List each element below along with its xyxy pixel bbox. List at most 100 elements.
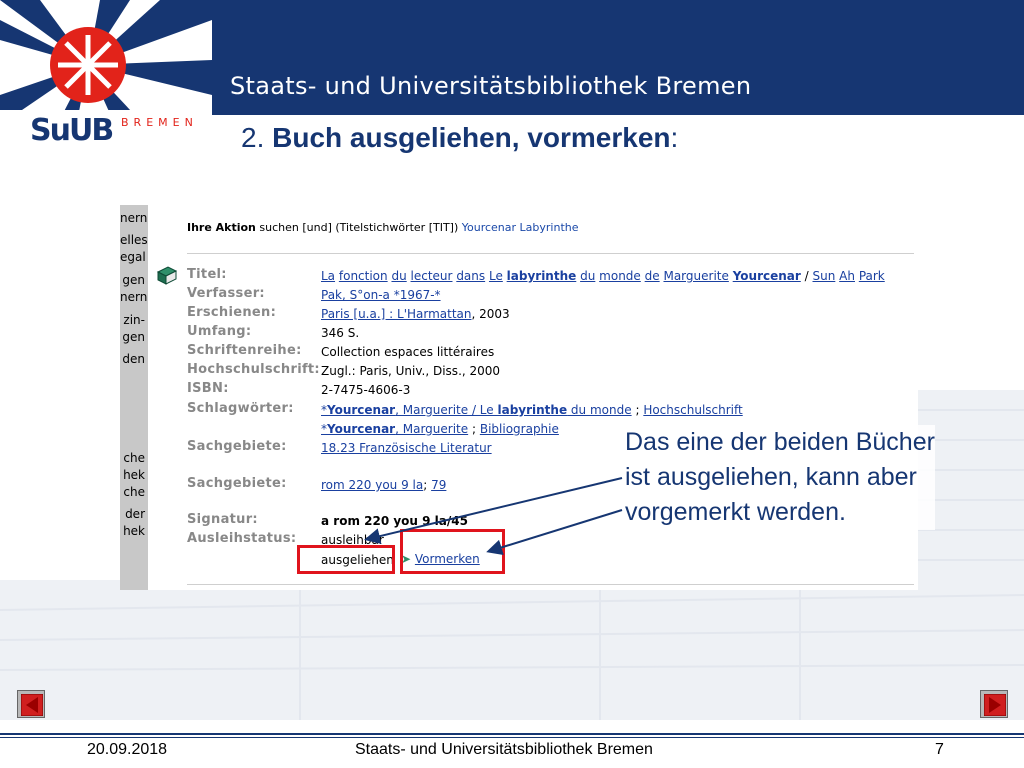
field-label-isbn: ISBN:: [187, 381, 229, 396]
footer-date: 20.09.2018: [87, 741, 168, 758]
sidebar-fragment[interactable]: hek: [120, 469, 145, 482]
title-word-link[interactable]: Yourcenar: [733, 269, 801, 283]
subject-separator: ;: [635, 403, 640, 417]
action-text: suchen [und] (Titelstichwörter [TIT]): [259, 221, 459, 234]
subject-separator: ;: [471, 422, 477, 436]
field-label-hochschulschrift: Hochschulschrift:: [187, 362, 320, 377]
field-value-titel: La fonction du lecteur dans Le labyrinth…: [321, 269, 885, 283]
subject-text: du monde: [567, 403, 632, 417]
sidebar-fragment[interactable]: der: [120, 508, 145, 521]
field-label-ausleihstatus: Ausleihstatus:: [187, 531, 297, 546]
field-label-schlagwoerter: Schlagwörter:: [187, 401, 294, 416]
field-label-umfang: Umfang:: [187, 324, 252, 339]
field-label-schriftenreihe: Schriftenreihe:: [187, 343, 302, 358]
field-value-isbn: 2-7475-4606-3: [321, 383, 411, 397]
field-label-verfasser: Verfasser:: [187, 286, 265, 301]
subject-link-hochschulschrift[interactable]: Hochschulschrift: [643, 403, 742, 417]
sidebar-fragment[interactable]: zin-: [120, 314, 145, 327]
subject-text: , Marguerite / Le: [395, 403, 498, 417]
subject-link[interactable]: *Yourcenar, Marguerite: [321, 422, 468, 436]
field-label-titel: Titel:: [187, 267, 227, 282]
title-word-link[interactable]: Sun: [813, 269, 836, 283]
slide-number: 2.: [241, 122, 273, 153]
title-word-link[interactable]: labyrinthe: [507, 269, 577, 283]
sachgebiet-link[interactable]: 79: [431, 478, 446, 492]
publisher-link[interactable]: Paris [u.a.] : L'Harmattan: [321, 307, 472, 321]
callout-text: Das eine der beiden Bücher ist ausgelieh…: [625, 425, 935, 530]
field-label-sachgebiete: Sachgebiete:: [187, 476, 287, 491]
sidebar-fragment[interactable]: hek: [120, 525, 145, 538]
footer: 20.09.2018 Staats- und Universitätsbibli…: [0, 739, 1024, 768]
title-word-link[interactable]: Park: [859, 269, 885, 283]
title-word-link[interactable]: lecteur: [411, 269, 453, 283]
logo-bremen-text: BREMEN: [121, 116, 198, 129]
title-word-link[interactable]: du: [391, 269, 406, 283]
footer-divider: [0, 737, 1024, 738]
highlight-status-box: [297, 545, 395, 574]
sachgebiet-separator: ;: [423, 478, 428, 492]
slide-title-bold: Buch ausgeliehen, vormerken: [272, 122, 671, 153]
sidebar-fragment[interactable]: gen: [120, 274, 145, 287]
field-value-sachgebiete: rom 220 you 9 la; 79: [321, 478, 446, 492]
field-value-hochschulschrift: Zugl.: Paris, Univ., Diss., 2000: [321, 364, 501, 378]
sidebar-fragment[interactable]: egal: [120, 251, 146, 264]
sachgebiet-link[interactable]: 18.23 Französische Literatur: [321, 441, 492, 455]
author-link[interactable]: Pak, S°on-a *1967-*: [321, 288, 441, 302]
title-word-link[interactable]: dans: [456, 269, 485, 283]
field-value-erschienen: Paris [u.a.] : L'Harmattan, 2003: [321, 307, 510, 321]
field-value-signatur: a rom 220 you 9 la/45: [321, 514, 468, 528]
subject-link[interactable]: *Yourcenar, Marguerite / Le labyrinthe d…: [321, 403, 632, 417]
title-word-link[interactable]: Marguerite: [663, 269, 728, 283]
title-word-link[interactable]: Ah: [839, 269, 855, 283]
subject-link-bibliographie[interactable]: Bibliographie: [480, 422, 559, 436]
title-separator: /: [804, 269, 809, 283]
title-word-link[interactable]: fonction: [339, 269, 388, 283]
subject-bold: labyrinthe: [497, 403, 568, 417]
title-word-link[interactable]: Le: [489, 269, 503, 283]
catalog-record: Ihre Aktion suchen [und] (Titelstichwört…: [148, 205, 918, 590]
field-label-signatur: Signatur:: [187, 512, 258, 527]
sachgebiet-link[interactable]: rom 220 you 9 la: [321, 478, 423, 492]
field-value-schriftenreihe: Collection espaces littéraires: [321, 345, 495, 359]
triangle-left-icon: [21, 694, 43, 716]
slide-title: 2. Buch ausgeliehen, vormerken:: [241, 122, 678, 154]
page-number: 7: [935, 741, 944, 758]
sidebar-fragment[interactable]: gen: [120, 331, 145, 344]
title-word-link[interactable]: de: [645, 269, 660, 283]
slide-title-colon: :: [670, 122, 679, 153]
action-query: Yourcenar Labyrinthe: [461, 221, 579, 234]
triangle-right-icon: [984, 694, 1006, 716]
catalog-screenshot: nern elles egal gen nern zin- gen den ch…: [120, 205, 918, 590]
catalog-sidebar: nern elles egal gen nern zin- gen den ch…: [120, 205, 148, 590]
sidebar-fragment[interactable]: che: [120, 486, 145, 499]
divider: [187, 584, 914, 585]
action-line: Ihre Aktion suchen [und] (Titelstichwört…: [187, 221, 579, 234]
subject-line-1: *Yourcenar, Marguerite / Le labyrinthe d…: [321, 403, 743, 417]
subject-text: , Marguerite: [395, 422, 469, 436]
action-label: Ihre Aktion: [187, 221, 256, 234]
title-word-link[interactable]: La: [321, 269, 335, 283]
sidebar-fragment[interactable]: nern: [120, 291, 147, 304]
subject-line-2: *Yourcenar, Marguerite ; Bibliographie: [321, 422, 559, 436]
title-word-link[interactable]: du: [580, 269, 595, 283]
sidebar-fragment[interactable]: che: [120, 452, 145, 465]
field-label-erschienen: Erschienen:: [187, 305, 277, 320]
previous-slide-button[interactable]: [17, 690, 45, 718]
title-word-link[interactable]: monde: [599, 269, 641, 283]
sidebar-fragment[interactable]: den: [120, 353, 145, 366]
subject-bold: Yourcenar: [327, 403, 396, 417]
header-title: Staats- und Universitätsbibliothek Breme…: [230, 72, 752, 100]
footer-title: Staats- und Universitätsbibliothek Breme…: [355, 741, 653, 758]
field-label-sachgebiete: Sachgebiete:: [187, 439, 287, 454]
footer-divider: [0, 733, 1024, 735]
book-icon: [156, 266, 178, 285]
logo-wordmark: SuUB: [30, 113, 114, 148]
field-value-umfang: 346 S.: [321, 326, 360, 340]
sidebar-fragment[interactable]: nern: [120, 212, 147, 225]
highlight-vormerken-box: [400, 529, 505, 574]
sidebar-fragment[interactable]: elles: [120, 234, 148, 247]
subject-bold: Yourcenar: [327, 422, 396, 436]
divider: [187, 253, 914, 254]
next-slide-button[interactable]: [980, 690, 1008, 718]
publication-year: , 2003: [471, 307, 510, 321]
